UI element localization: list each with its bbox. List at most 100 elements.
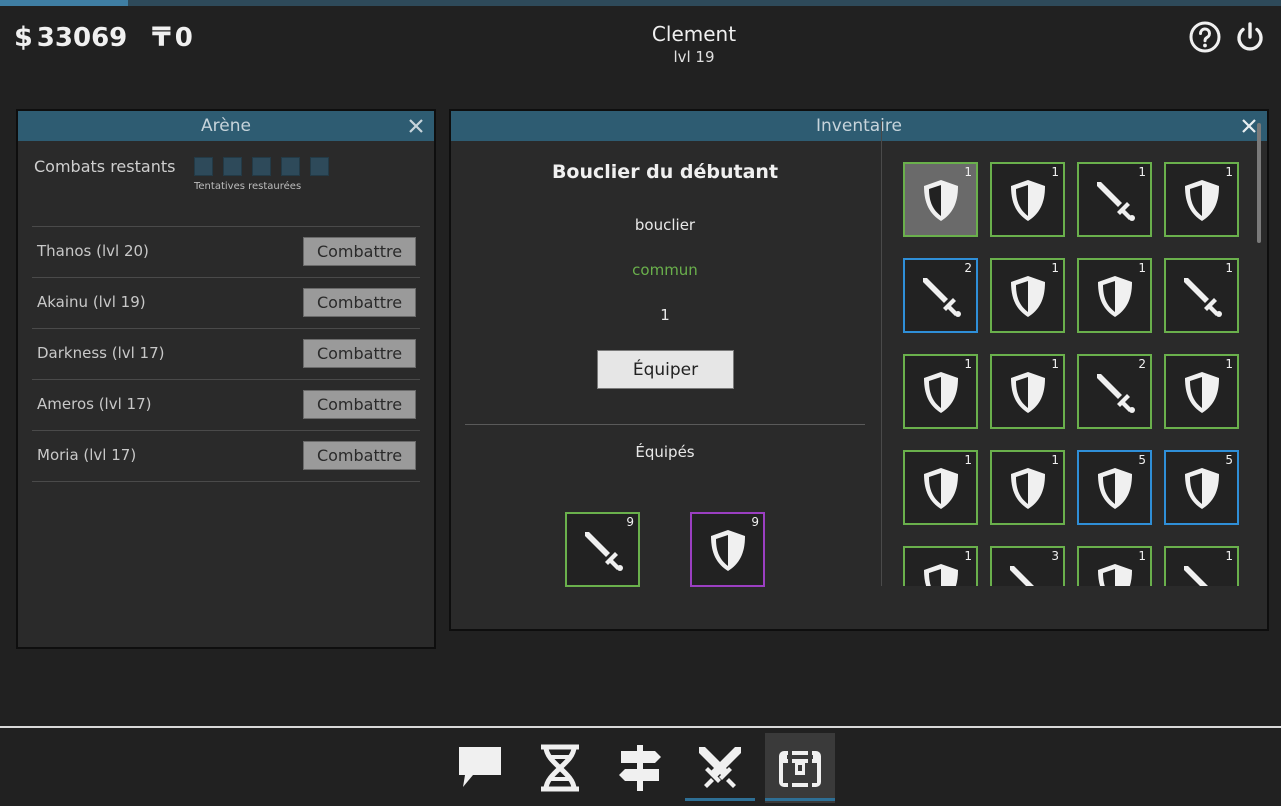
item-count: 1 — [1225, 549, 1233, 563]
opponent-row: Darkness (lvl 17) Combattre — [32, 329, 420, 380]
game-screen: $ 33069 ₸ 0 Clement lvl 19 Arène Combats… — [0, 0, 1281, 806]
opponent-row: Thanos (lvl 20) Combattre — [32, 227, 420, 278]
panel-separator — [881, 121, 882, 586]
shield-icon — [711, 530, 745, 571]
fight-button[interactable]: Combattre — [303, 339, 416, 368]
fight-button[interactable]: Combattre — [303, 390, 416, 419]
item-count: 1 — [1051, 261, 1059, 275]
remaining-fights-slots — [194, 157, 329, 176]
nav-button-crossed-swords[interactable] — [685, 733, 755, 803]
token-icon: ₸ — [152, 22, 171, 53]
inventory-title: Inventaire — [816, 116, 902, 136]
player-info: Clement lvl 19 — [594, 22, 794, 66]
shield-icon — [1185, 372, 1219, 413]
inventory-item-slot[interactable]: 1 — [903, 546, 978, 586]
equip-button[interactable]: Équiper — [597, 350, 734, 389]
inventory-grid: 1 1 1 1 2 1 1 1 1 1 2 1 1 1 5 5 1 3 1 1 — [903, 111, 1281, 586]
shield-icon — [1011, 372, 1045, 413]
item-name: Bouclier du débutant — [551, 161, 779, 183]
inventory-item-slot[interactable]: 1 — [903, 162, 978, 237]
inventory-item-slot[interactable]: 1 — [903, 354, 978, 429]
inventory-item-slot[interactable]: 5 — [1077, 450, 1152, 525]
signpost-icon — [619, 745, 661, 791]
fight-slot — [281, 157, 300, 176]
sword-icon — [1184, 566, 1208, 586]
item-count: 1 — [1138, 165, 1146, 179]
sword-icon — [585, 532, 623, 571]
inventory-item-slot[interactable]: 1 — [990, 450, 1065, 525]
shield-icon — [924, 468, 958, 509]
shield-icon — [1185, 468, 1219, 509]
inventory-item-slot[interactable]: 1 — [1077, 258, 1152, 333]
arena-summary: Combats restants Tentatives restaurées — [32, 141, 420, 227]
xp-progress-bar — [0, 0, 1281, 6]
remaining-fights-label: Combats restants — [34, 157, 176, 176]
nav-button-treasure-chest[interactable] — [765, 733, 835, 803]
nav-button-dna[interactable] — [525, 733, 595, 803]
nav-button-signpost[interactable] — [605, 733, 675, 803]
inventory-item-slot[interactable]: 2 — [903, 258, 978, 333]
shield-icon — [1011, 468, 1045, 509]
treasure-chest-icon — [779, 751, 821, 787]
help-icon[interactable] — [1188, 20, 1222, 54]
inventory-item-slot[interactable]: 1 — [1077, 546, 1152, 586]
xp-progress-fill — [0, 0, 129, 6]
fight-button[interactable]: Combattre — [303, 237, 416, 266]
inventory-item-slot[interactable]: 2 — [1077, 354, 1152, 429]
inventory-item-slot[interactable]: 3 — [990, 546, 1065, 586]
token-display: ₸ 0 — [152, 22, 193, 53]
sword-icon — [1097, 182, 1135, 221]
inventory-item-slot[interactable]: 1 — [1077, 162, 1152, 237]
crossed-swords-icon — [699, 747, 741, 788]
fight-button[interactable]: Combattre — [303, 441, 416, 470]
opponent-name: Akainu (lvl 19) — [37, 293, 146, 311]
item-count: 1 — [1051, 165, 1059, 179]
item-count: 1 — [964, 453, 972, 467]
power-icon[interactable] — [1233, 20, 1267, 54]
inventory-item-slot[interactable]: 1 — [1164, 162, 1239, 237]
item-count: 1 — [1225, 261, 1233, 275]
dna-icon — [541, 744, 579, 792]
sword-icon — [923, 278, 961, 317]
inventory-item-slot[interactable]: 1 — [1164, 546, 1239, 586]
shield-icon — [1098, 564, 1132, 586]
fight-button[interactable]: Combattre — [303, 288, 416, 317]
item-count: 1 — [1051, 357, 1059, 371]
sword-icon — [1010, 566, 1034, 586]
inventory-item-slot[interactable]: 5 — [1164, 450, 1239, 525]
item-type: bouclier — [634, 216, 696, 234]
chat-icon — [459, 747, 501, 787]
fight-slot — [223, 157, 242, 176]
item-count: 1 — [1225, 165, 1233, 179]
fight-slot — [252, 157, 271, 176]
equipped-item-slot[interactable]: 9 — [690, 512, 765, 587]
divider — [465, 424, 865, 425]
inventory-item-slot[interactable]: 1 — [990, 258, 1065, 333]
shield-icon — [1098, 276, 1132, 317]
inventory-item-slot[interactable]: 1 — [903, 450, 978, 525]
player-name: Clement — [651, 22, 737, 46]
arena-panel-header: Arène — [18, 111, 434, 141]
equipped-label: Équipés — [635, 443, 695, 461]
nav-active-underline — [765, 798, 835, 801]
opponent-row: Ameros (lvl 17) Combattre — [32, 380, 420, 431]
shield-icon — [924, 372, 958, 413]
inventory-scrollbar[interactable] — [1257, 123, 1261, 243]
equipped-item-slot[interactable]: 9 — [565, 512, 640, 587]
shield-icon — [1011, 180, 1045, 221]
inventory-item-slot[interactable]: 1 — [990, 354, 1065, 429]
shield-icon — [1011, 276, 1045, 317]
nav-active-underline — [685, 798, 755, 801]
fight-slot — [310, 157, 329, 176]
nav-button-chat[interactable] — [445, 733, 515, 803]
inventory-item-slot[interactable]: 1 — [1164, 258, 1239, 333]
item-detail: Bouclier du débutant bouclier commun 1 É… — [465, 143, 865, 593]
sword-icon — [1184, 278, 1222, 317]
inventory-item-slot[interactable]: 1 — [990, 162, 1065, 237]
shield-icon — [924, 180, 958, 221]
close-icon[interactable] — [406, 116, 426, 136]
item-count: 9 — [626, 515, 634, 529]
opponent-list: Thanos (lvl 20) Combattre Akainu (lvl 19) C… — [18, 227, 434, 482]
inventory-item-slot[interactable]: 1 — [1164, 354, 1239, 429]
item-count: 5 — [1225, 453, 1233, 467]
